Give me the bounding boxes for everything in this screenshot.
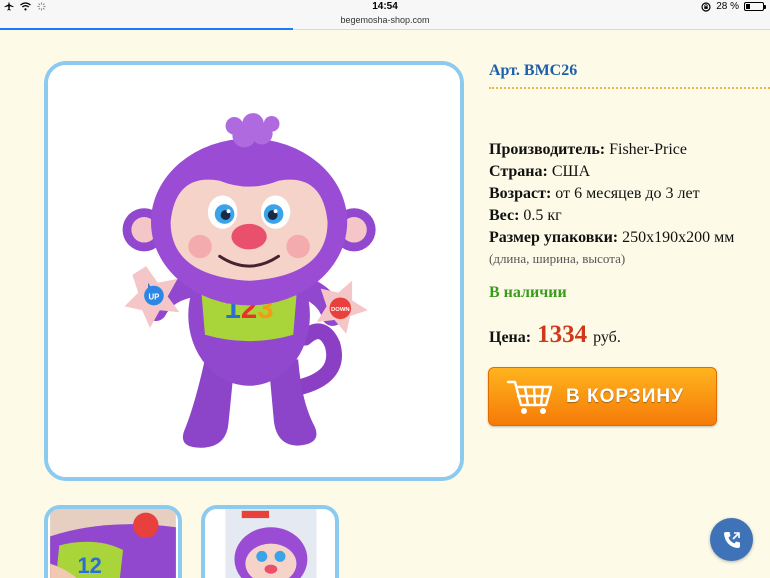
availability-status: В наличии: [489, 284, 567, 301]
spec-weight: Вес: 0.5 кг: [489, 205, 734, 227]
price-currency: руб.: [593, 329, 621, 346]
status-time: 14:54: [372, 1, 398, 12]
svg-text:DOWN: DOWN: [331, 307, 350, 313]
spec-value: 250x190x200 мм: [622, 229, 735, 246]
spec-label: Производитель:: [489, 141, 606, 158]
status-bar: 14:54 28 %: [0, 0, 770, 14]
spec-label: Вес:: [489, 207, 520, 224]
add-to-cart-button[interactable]: В КОРЗИНУ: [488, 367, 717, 426]
thumbnail-photo: [207, 509, 333, 578]
thumbnail-photo: 12: [50, 509, 176, 578]
product-main-image[interactable]: 123 UP DOWN: [44, 61, 464, 481]
title-divider: [489, 87, 770, 89]
price-value: 1334: [537, 321, 588, 348]
spec-label: Размер упаковки:: [489, 229, 619, 246]
product-thumbnail[interactable]: [201, 505, 339, 578]
battery-percent: 28 %: [716, 1, 739, 12]
spec-manufacturer: Производитель: Fisher-Price: [489, 139, 734, 161]
call-button[interactable]: [710, 518, 753, 561]
add-to-cart-label[interactable]: В КОРЗИНУ: [566, 386, 684, 408]
shopping-cart-icon: [506, 380, 553, 414]
battery-level: [746, 4, 751, 9]
price-label: Цена:: [489, 329, 532, 346]
address-bar[interactable]: begemosha-shop.com: [0, 14, 770, 30]
spec-value: от 6 месяцев до 3 лет: [555, 185, 700, 202]
url-text[interactable]: begemosha-shop.com: [0, 15, 770, 25]
spec-label: Возраст:: [489, 185, 552, 202]
spec-value: 0.5 кг: [523, 207, 562, 224]
status-icons-right: 28 %: [701, 1, 766, 12]
svg-text:12: 12: [77, 553, 101, 578]
product-specs: Производитель: Fisher-Price Страна: США …: [489, 139, 734, 269]
spec-label: Страна:: [489, 163, 548, 180]
phone-icon: [723, 531, 740, 548]
spec-value: США: [551, 163, 591, 180]
page-load-progress: [0, 28, 293, 30]
spec-country: Страна: США: [489, 161, 734, 183]
spec-age: Возраст: от 6 месяцев до 3 лет: [489, 183, 734, 205]
spec-size-note: (длина, ширина, высота): [489, 251, 626, 266]
svg-text:UP: UP: [149, 292, 160, 301]
product-thumbnail[interactable]: 12: [44, 505, 182, 578]
monkey-toy-photo: 123 UP DOWN: [48, 65, 460, 477]
rotation-lock-icon: [701, 1, 711, 12]
product-article-title: Арт. BMC26: [489, 62, 578, 79]
spec-package-size: Размер упаковки: 250x190x200 мм: [489, 227, 734, 249]
spec-value: Fisher-Price: [609, 141, 687, 158]
price: Цена: 1334 руб.: [489, 321, 621, 349]
battery-icon: [744, 2, 766, 11]
